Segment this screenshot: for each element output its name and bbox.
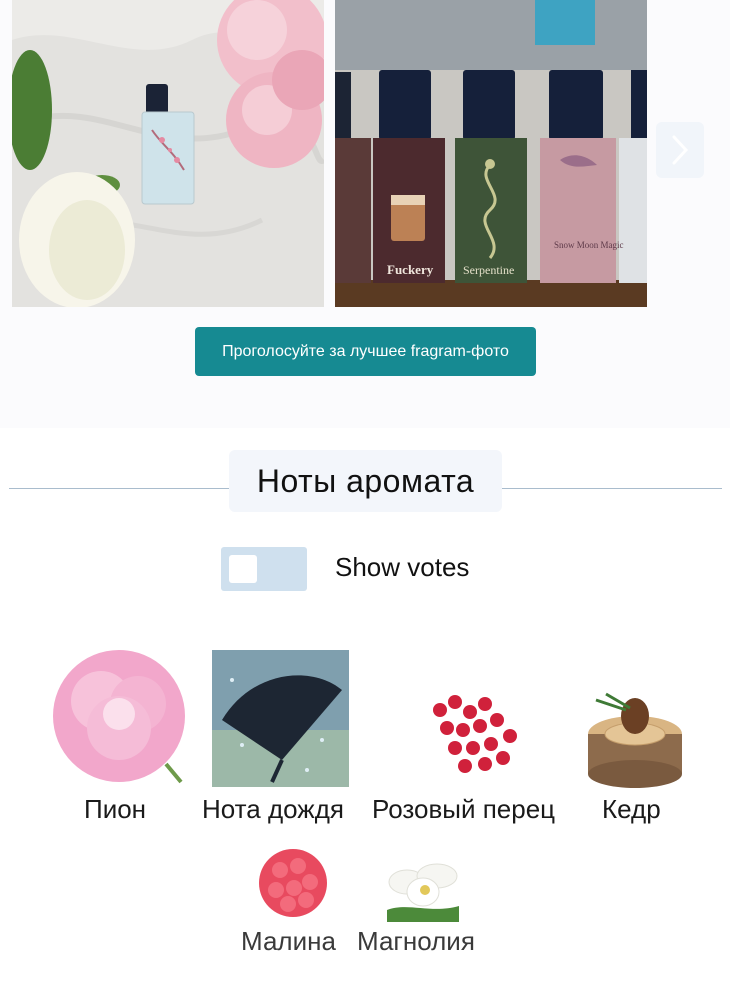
note-item-rain[interactable]: Нота дождя <box>202 646 362 826</box>
vote-best-photo-button[interactable]: Проголосуйте за лучшее fragram-фото <box>195 327 536 376</box>
note-label: Нота дождя <box>202 794 344 824</box>
divider-line <box>9 488 229 489</box>
note-item-cedar[interactable]: Кедр <box>584 646 694 826</box>
gallery-photo[interactable]: Fuckery Serpentine Snow Moon Magic <box>335 0 647 307</box>
note-item-magnolia[interactable]: Магнолия <box>356 838 496 978</box>
note-label: Пион <box>84 794 147 824</box>
perfume-peony-photo <box>12 0 324 307</box>
note-item-raspberry[interactable]: Малина <box>238 838 348 978</box>
photo-gallery: Fuckery Serpentine Snow Moon Magic <box>0 0 730 310</box>
vote-section: Проголосуйте за лучшее fragram-фото <box>0 310 730 428</box>
peony-icon <box>53 650 185 784</box>
note-label: Магнолия <box>357 926 475 956</box>
fragrance-notes-section: Ноты аромата Show votes Пион Нота дождя <box>0 428 730 1000</box>
show-votes-label: Show votes <box>335 552 470 582</box>
svg-text:Serpentine: Serpentine <box>463 263 514 277</box>
perfume-bottles-photo: Fuckery Serpentine Snow Moon Magic <box>335 0 647 307</box>
note-item-peony[interactable]: Пион <box>44 646 194 826</box>
note-label: Розовый перец <box>372 794 556 824</box>
notes-heading-box: Ноты аромата <box>229 450 502 512</box>
gallery-photo[interactable] <box>12 0 324 307</box>
raspberry-icon <box>259 849 327 917</box>
note-item-pink-pepper[interactable]: Розовый перец <box>370 646 580 826</box>
cedar-icon <box>588 692 682 788</box>
note-label: Малина <box>241 926 336 956</box>
note-label: Кедр <box>602 794 661 824</box>
svg-text:Fuckery: Fuckery <box>387 262 434 277</box>
gallery-next-button[interactable] <box>656 122 704 178</box>
divider-line <box>502 488 722 489</box>
rain-umbrella-icon <box>212 650 349 787</box>
show-votes-toggle[interactable] <box>221 547 307 591</box>
svg-text:Snow Moon Magic: Snow Moon Magic <box>554 240 624 250</box>
chevron-right-icon <box>672 135 689 165</box>
magnolia-icon <box>387 863 459 922</box>
toggle-knob <box>229 555 257 583</box>
notes-title: Ноты аромата <box>256 462 475 499</box>
pink-pepper-icon <box>433 695 517 773</box>
